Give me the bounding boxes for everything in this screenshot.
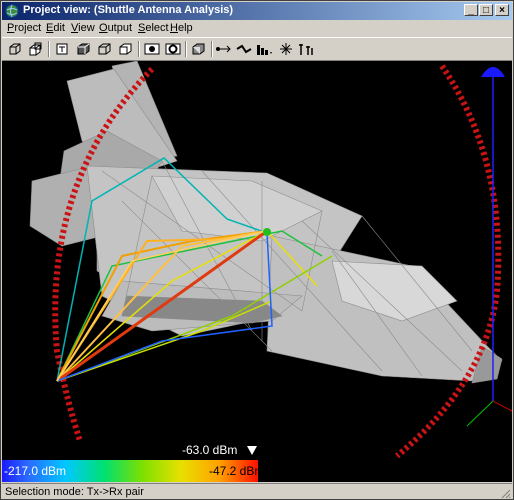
menu-bar: Project Edit View Output Select Help [2,20,512,37]
menu-output[interactable]: Output [99,22,132,34]
menu-select[interactable]: Select [138,22,169,34]
window-title: Project view: (Shuttle Antenna Analysis) [23,4,234,16]
shade-icon[interactable] [189,40,209,58]
legend-max-label: -47.2 dBm [209,464,265,478]
menu-view[interactable]: View [71,22,95,34]
import-icon[interactable] [52,40,72,58]
3d-viewport[interactable]: -63.0 dBm -217.0 dBm -47.2 dBm [2,61,512,482]
bar-chart-icon[interactable] [254,40,274,58]
path-icon[interactable] [234,40,254,58]
close-button[interactable]: × [495,4,509,16]
box-wire-icon[interactable] [95,40,115,58]
title-bar[interactable]: Project view: (Shuttle Antenna Analysis)… [2,2,512,20]
menu-project[interactable]: Project [7,22,41,34]
legend-current-value: -63.0 dBm [182,443,238,457]
scene-canvas [29,61,512,459]
minimize-button[interactable]: _ [464,4,478,16]
transmitter-marker[interactable] [263,228,271,236]
view-iso-icon[interactable] [26,40,46,58]
maximize-button[interactable]: □ [479,4,493,16]
toolbar [2,37,512,61]
tx-arrow-icon[interactable] [214,40,234,58]
box-solid-icon[interactable] [74,40,94,58]
menu-help[interactable]: Help [170,22,193,34]
box-outline-icon[interactable] [116,40,136,58]
status-bar: Selection mode: Tx->Rx pair [2,483,512,500]
camera-icon[interactable] [142,40,162,58]
legend-min-label: -217.0 dBm [4,464,67,478]
menu-edit[interactable]: Edit [46,22,65,34]
resize-grip-icon[interactable] [499,487,511,499]
view-front-icon[interactable] [5,40,25,58]
eye-icon[interactable] [163,40,183,58]
project-view-window: Project view: (Shuttle Antenna Analysis)… [0,0,514,500]
rx-point-icon[interactable] [276,40,296,58]
legend-pointer-icon[interactable] [247,446,257,456]
globe-icon [5,4,19,18]
status-text: Selection mode: Tx->Rx pair [5,486,144,498]
antenna-icon[interactable] [296,40,316,58]
